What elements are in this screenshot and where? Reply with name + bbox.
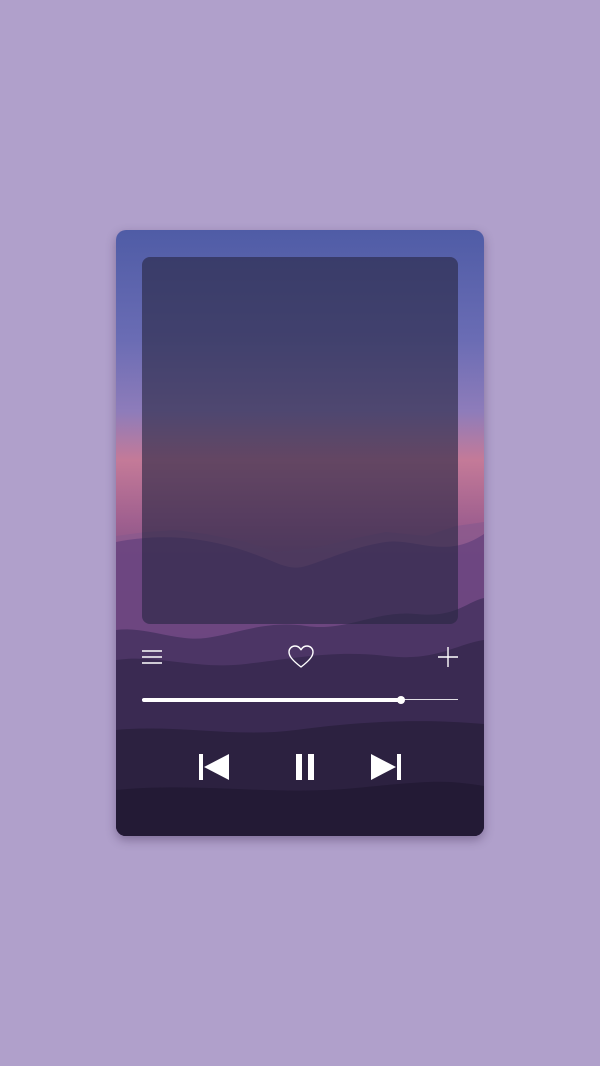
- album-art: [142, 257, 458, 624]
- add-to-playlist-button[interactable]: [436, 645, 460, 669]
- progress-thumb[interactable]: [397, 696, 406, 704]
- pause-icon: [296, 754, 314, 780]
- secondary-controls: [136, 640, 466, 674]
- like-button[interactable]: [286, 643, 316, 671]
- previous-track-button[interactable]: [196, 752, 232, 782]
- heart-outline-icon: [288, 645, 314, 668]
- pause-button[interactable]: [288, 752, 322, 782]
- next-track-button[interactable]: [368, 752, 404, 782]
- menu-button[interactable]: [140, 645, 164, 669]
- playback-controls: [116, 750, 484, 784]
- music-player-card: [116, 230, 484, 836]
- skip-previous-icon: [199, 754, 229, 780]
- progress-fill: [142, 698, 402, 702]
- plus-icon: [438, 647, 458, 667]
- hamburger-menu-icon: [142, 650, 162, 664]
- skip-next-icon: [371, 754, 401, 780]
- progress-bar[interactable]: [142, 694, 458, 706]
